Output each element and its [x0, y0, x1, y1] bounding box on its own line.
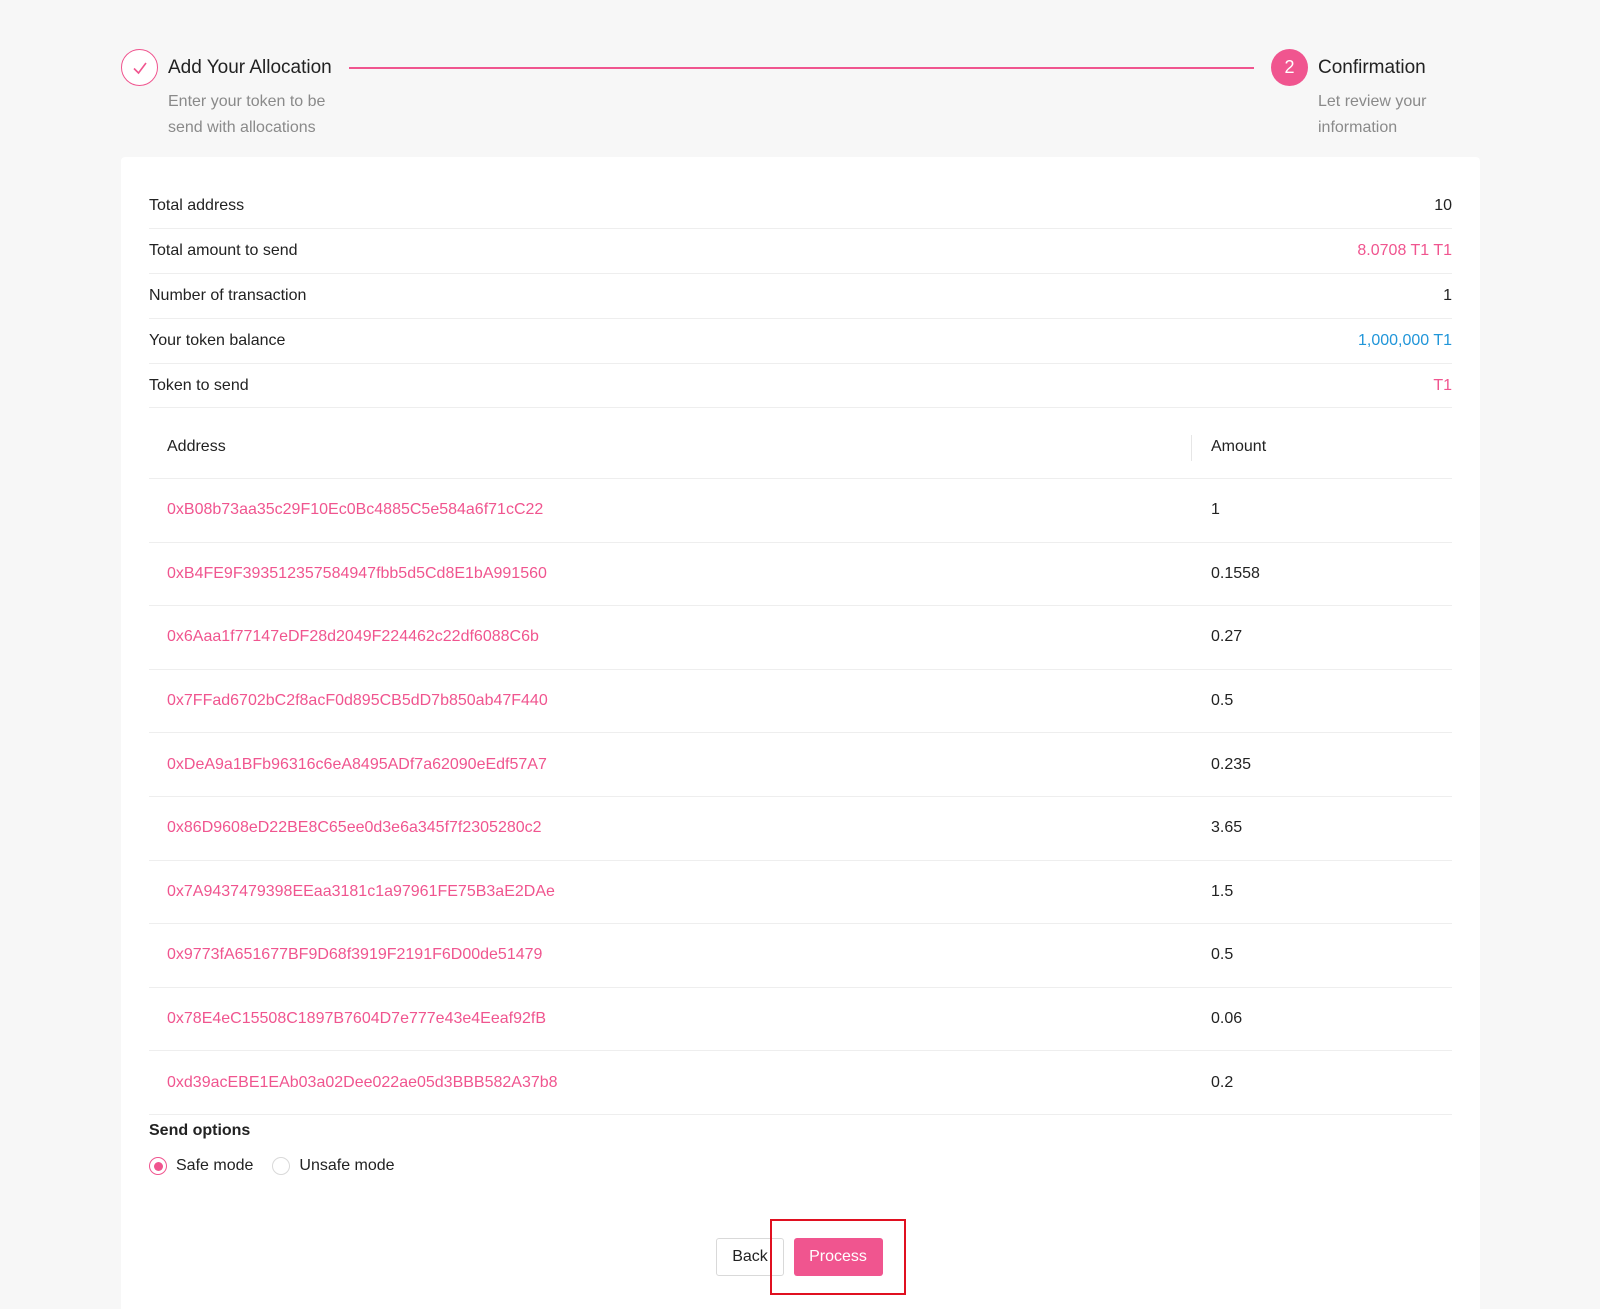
address-link[interactable]: 0xB4FE9F393512357584947fbb5d5Cd8E1bA9915… — [149, 565, 1192, 583]
table-row: 0x6Aaa1f77147eDF28d2049F224462c22df6088C… — [149, 606, 1452, 670]
column-header-address: Address — [149, 415, 1192, 478]
summary-row-token-balance: Your token balance 1,000,000 T1 — [149, 319, 1452, 364]
highlight-box: Process — [770, 1219, 906, 1295]
table-row: 0xd39acEBE1EAb03a02Dee022ae05d3BBB582A37… — [149, 1051, 1452, 1115]
summary-row-token-to-send: Token to send T1 — [149, 364, 1452, 408]
radio-label: Safe mode — [176, 1157, 254, 1174]
radio-label: Unsafe mode — [299, 1157, 395, 1174]
amount-cell: 0.5 — [1211, 692, 1234, 710]
summary-list: Total address 10 Total amount to send 8.… — [149, 184, 1452, 408]
summary-value: T1 — [1433, 376, 1452, 394]
address-link[interactable]: 0xDeA9a1BFb96316c6eA8495ADf7a62090eEdf57… — [149, 756, 1192, 774]
step-completed-indicator — [121, 49, 158, 86]
check-icon — [132, 62, 147, 74]
stepper: Add Your Allocation Enter your token to … — [121, 49, 1461, 149]
radio-unchecked-indicator[interactable] — [272, 1157, 291, 1175]
address-link[interactable]: 0x6Aaa1f77147eDF28d2049F224462c22df6088C… — [149, 628, 1192, 646]
summary-value: 10 — [1434, 197, 1452, 214]
send-mode-radio-group: Safe mode Unsafe mode — [149, 1157, 414, 1175]
summary-label: Total address — [149, 197, 245, 214]
process-button[interactable]: Process — [793, 1238, 883, 1276]
summary-label: Your token balance — [149, 332, 286, 349]
amount-cell: 0.1558 — [1211, 564, 1260, 582]
summary-label: Token to send — [149, 376, 249, 394]
amount-cell: 1 — [1211, 501, 1220, 519]
table-row: 0x7A9437479398EEaa3181c1a97961FE75B3aE2D… — [149, 861, 1452, 925]
table-row: 0xB4FE9F393512357584947fbb5d5Cd8E1bA9915… — [149, 543, 1452, 607]
confirmation-card: Total address 10 Total amount to send 8.… — [121, 157, 1480, 1309]
table-body: 0xB08b73aa35c29F10Ec0Bc4885C5e584a6f71cC… — [149, 479, 1452, 1115]
column-header-amount: Amount — [1211, 437, 1267, 455]
step-title: Confirmation — [1318, 57, 1426, 78]
radio-safe-mode[interactable]: Safe mode — [149, 1157, 253, 1175]
table-row: 0xB08b73aa35c29F10Ec0Bc4885C5e584a6f71cC… — [149, 479, 1452, 543]
summary-value: 8.0708 T1 T1 — [1357, 242, 1452, 259]
address-link[interactable]: 0x86D9608eD22BE8C65ee0d3e6a345f7f2305280… — [149, 819, 1192, 837]
address-link[interactable]: 0x7A9437479398EEaa3181c1a97961FE75B3aE2D… — [149, 883, 1192, 901]
table-row: 0xDeA9a1BFb96316c6eA8495ADf7a62090eEdf57… — [149, 733, 1452, 797]
address-link[interactable]: 0x9773fA651677BF9D68f3919F2191F6D00de514… — [149, 946, 1192, 964]
amount-cell: 0.06 — [1211, 1010, 1243, 1028]
send-options: Send options Safe mode Unsafe mode — [149, 1122, 414, 1175]
step-connector — [349, 67, 1254, 69]
allocation-table: Address Amount 0xB08b73aa35c29F10Ec0Bc48… — [149, 415, 1452, 1115]
summary-label: Number of transaction — [149, 287, 307, 304]
summary-row-total-amount: Total amount to send 8.0708 T1 T1 — [149, 229, 1452, 274]
address-link[interactable]: 0x7FFad6702bC2f8acF0d895CB5dD7b850ab47F4… — [149, 692, 1192, 710]
summary-label: Total amount to send — [149, 242, 298, 259]
amount-cell: 1.5 — [1211, 882, 1234, 900]
amount-cell: 0.27 — [1211, 628, 1243, 646]
table-row: 0x7FFad6702bC2f8acF0d895CB5dD7b850ab47F4… — [149, 670, 1452, 734]
radio-unsafe-mode[interactable]: Unsafe mode — [272, 1157, 395, 1175]
summary-row-total-address: Total address 10 — [149, 184, 1452, 229]
address-link[interactable]: 0x78E4eC15508C1897B7604D7e777e43e4Eeaf92… — [149, 1010, 1192, 1028]
table-row: 0x78E4eC15508C1897B7604D7e777e43e4Eeaf92… — [149, 988, 1452, 1052]
amount-cell: 3.65 — [1211, 819, 1243, 837]
table-row: 0x9773fA651677BF9D68f3919F2191F6D00de514… — [149, 924, 1452, 988]
step-description: Let review your information — [1318, 93, 1427, 136]
send-options-title: Send options — [149, 1122, 251, 1139]
summary-row-number-of-transaction: Number of transaction 1 — [149, 274, 1452, 319]
amount-cell: 0.5 — [1211, 946, 1234, 964]
table-row: 0x86D9608eD22BE8C65ee0d3e6a345f7f2305280… — [149, 797, 1452, 861]
amount-cell: 0.235 — [1211, 755, 1252, 773]
amount-cell: 0.2 — [1211, 1073, 1234, 1091]
action-buttons: Back Process — [716, 1219, 906, 1295]
summary-value: 1 — [1443, 287, 1452, 304]
address-link[interactable]: 0xB08b73aa35c29F10Ec0Bc4885C5e584a6f71cC… — [149, 501, 1192, 519]
step-description: Enter your token to be send with allocat… — [168, 93, 326, 136]
step-number-badge: 2 — [1271, 49, 1308, 86]
summary-value: 1,000,000 T1 — [1357, 332, 1452, 349]
step-title: Add Your Allocation — [168, 57, 332, 78]
address-link[interactable]: 0xd39acEBE1EAb03a02Dee022ae05d3BBB582A37… — [149, 1074, 1192, 1092]
table-header: Address Amount — [149, 415, 1452, 479]
radio-checked-indicator[interactable] — [149, 1157, 167, 1175]
